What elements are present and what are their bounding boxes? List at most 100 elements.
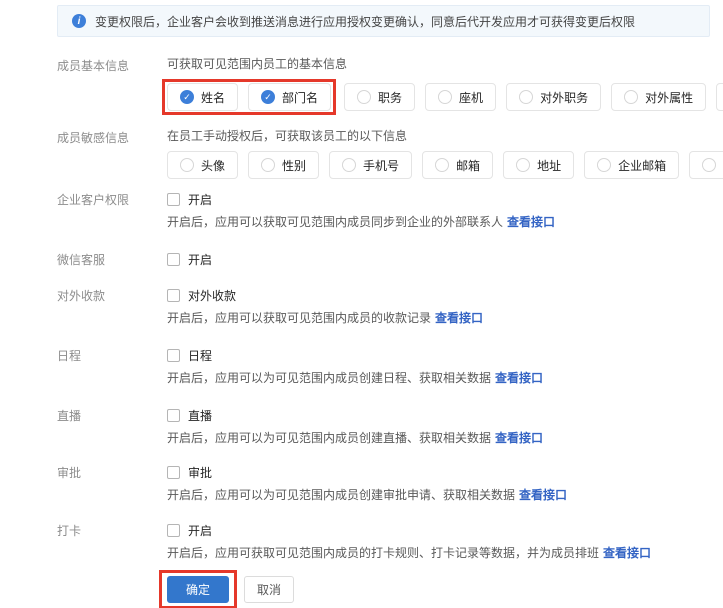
- option-extended-attribute[interactable]: 拓展属性: [716, 83, 723, 111]
- section-label: 成员基本信息: [57, 55, 167, 115]
- section-description: 开启后，应用可以获取可见范围内成员的收款记录查看接口: [167, 309, 710, 327]
- option-label: 部门名: [282, 89, 318, 106]
- section-wechat-customer-service: 微信客服 开启: [57, 249, 710, 269]
- radio-unchecked-icon: [519, 90, 533, 104]
- section-member-basic-info: 成员基本信息 可获取可见范围内员工的基本信息 ✓ 姓名 ✓ 部门名 职务: [57, 55, 710, 115]
- checkbox-label: 开启: [188, 191, 212, 208]
- radio-unchecked-icon: [342, 158, 356, 172]
- view-api-link[interactable]: 查看接口: [495, 371, 543, 385]
- footer-actions: 确定 取消: [57, 570, 710, 608]
- sensitive-info-options: 头像 性别 手机号 邮箱 地址: [167, 151, 710, 179]
- view-api-link[interactable]: 查看接口: [495, 431, 543, 445]
- radio-unchecked-icon: [438, 90, 452, 104]
- view-api-link[interactable]: 查看接口: [603, 546, 651, 560]
- check-in-enable-checkbox[interactable]: 开启: [167, 520, 212, 540]
- info-icon: i: [72, 14, 86, 28]
- option-label: 企业邮箱: [618, 157, 666, 174]
- section-label: 日程: [57, 345, 167, 387]
- checkbox-label: 直播: [188, 407, 212, 424]
- option-name[interactable]: ✓ 姓名: [167, 83, 238, 111]
- radio-unchecked-icon: [597, 158, 611, 172]
- option-label: 座机: [459, 89, 483, 106]
- live-stream-checkbox[interactable]: 直播: [167, 405, 212, 425]
- basic-info-options: ✓ 姓名 ✓ 部门名 职务 座机: [167, 79, 710, 115]
- checkbox-unchecked-icon: [167, 409, 180, 422]
- app-permission-settings-page: i 变更权限后，企业客户会收到推送消息进行应用授权变更确认，同意后代开发应用才可…: [0, 0, 723, 608]
- section-description: 开启后，应用可获取可见范围内成员的打卡规则、打卡记录等数据，并为成员排班查看接口: [167, 544, 710, 562]
- option-label: 地址: [537, 157, 561, 174]
- section-label: 对外收款: [57, 285, 167, 327]
- option-label: 对外属性: [645, 89, 693, 106]
- checkbox-label: 开启: [188, 522, 212, 539]
- cancel-button[interactable]: 取消: [244, 576, 294, 603]
- section-enterprise-customer-permission: 企业客户权限 开启 开启后，应用可以获取可见范围内成员同步到企业的外部联系人查看…: [57, 189, 710, 231]
- checkbox-label: 对外收款: [188, 287, 236, 304]
- radio-unchecked-icon: [357, 90, 371, 104]
- section-description: 开启后，应用可以为可见范围内成员创建审批申请、获取相关数据查看接口: [167, 486, 710, 504]
- section-check-in: 打卡 开启 开启后，应用可获取可见范围内成员的打卡规则、打卡记录等数据，并为成员…: [57, 520, 710, 562]
- section-approval: 审批 审批 开启后，应用可以为可见范围内成员创建审批申请、获取相关数据查看接口: [57, 462, 710, 504]
- checkbox-label: 日程: [188, 347, 212, 364]
- option-avatar[interactable]: 头像: [167, 151, 238, 179]
- view-api-link[interactable]: 查看接口: [507, 215, 555, 229]
- view-api-link[interactable]: 查看接口: [519, 488, 567, 502]
- schedule-checkbox[interactable]: 日程: [167, 345, 212, 365]
- confirm-button[interactable]: 确定: [167, 576, 229, 603]
- section-label: 直播: [57, 405, 167, 447]
- section-description: 开启后，应用可以为可见范围内成员创建日程、获取相关数据查看接口: [167, 369, 710, 387]
- info-banner: i 变更权限后，企业客户会收到推送消息进行应用授权变更确认，同意后代开发应用才可…: [57, 5, 710, 37]
- radio-checked-icon: ✓: [261, 90, 275, 104]
- view-api-link[interactable]: 查看接口: [435, 311, 483, 325]
- option-label: 对外职务: [540, 89, 588, 106]
- section-label: 成员敏感信息: [57, 127, 167, 179]
- checkbox-unchecked-icon: [167, 466, 180, 479]
- external-payment-checkbox[interactable]: 对外收款: [167, 285, 236, 305]
- option-enterprise-email[interactable]: 企业邮箱: [584, 151, 679, 179]
- radio-checked-icon: ✓: [180, 90, 194, 104]
- section-description: 可获取可见范围内员工的基本信息: [167, 55, 710, 73]
- section-label: 审批: [57, 462, 167, 504]
- radio-unchecked-icon: [624, 90, 638, 104]
- section-external-payment: 对外收款 对外收款 开启后，应用可以获取可见范围内成员的收款记录查看接口: [57, 285, 710, 327]
- section-description: 开启后，应用可以获取可见范围内成员同步到企业的外部联系人查看接口: [167, 213, 710, 231]
- section-label: 企业客户权限: [57, 189, 167, 231]
- section-schedule: 日程 日程 开启后，应用可以为可见范围内成员创建日程、获取相关数据查看接口: [57, 345, 710, 387]
- radio-unchecked-icon: [702, 158, 716, 172]
- annotation-box-basic-info: ✓ 姓名 ✓ 部门名: [162, 79, 336, 115]
- option-email[interactable]: 邮箱: [422, 151, 493, 179]
- radio-unchecked-icon: [516, 158, 530, 172]
- enterprise-customer-enable-checkbox[interactable]: 开启: [167, 189, 212, 209]
- section-description: 开启后，应用可以为可见范围内成员创建直播、获取相关数据查看接口: [167, 429, 710, 447]
- checkbox-unchecked-icon: [167, 289, 180, 302]
- info-banner-text: 变更权限后，企业客户会收到推送消息进行应用授权变更确认，同意后代开发应用才可获得…: [95, 13, 635, 30]
- option-label: 头像: [201, 157, 225, 174]
- option-position[interactable]: 职务: [344, 83, 415, 111]
- option-external-position[interactable]: 对外职务: [506, 83, 601, 111]
- section-description: 在员工手动授权后，可获取该员工的以下信息: [167, 127, 710, 145]
- option-label: 邮箱: [456, 157, 480, 174]
- approval-checkbox[interactable]: 审批: [167, 462, 212, 482]
- option-mobile[interactable]: 手机号: [329, 151, 412, 179]
- section-label: 微信客服: [57, 249, 167, 269]
- option-label: 手机号: [363, 157, 399, 174]
- option-label: 姓名: [201, 89, 225, 106]
- checkbox-unchecked-icon: [167, 349, 180, 362]
- option-department-name[interactable]: ✓ 部门名: [248, 83, 331, 111]
- option-landline[interactable]: 座机: [425, 83, 496, 111]
- checkbox-unchecked-icon: [167, 193, 180, 206]
- radio-unchecked-icon: [180, 158, 194, 172]
- section-live-stream: 直播 直播 开启后，应用可以为可见范围内成员创建直播、获取相关数据查看接口: [57, 405, 710, 447]
- option-external-attribute[interactable]: 对外属性: [611, 83, 706, 111]
- wechat-service-enable-checkbox[interactable]: 开启: [167, 249, 212, 269]
- checkbox-label: 审批: [188, 464, 212, 481]
- checkbox-unchecked-icon: [167, 524, 180, 537]
- option-gender[interactable]: 性别: [248, 151, 319, 179]
- radio-unchecked-icon: [261, 158, 275, 172]
- option-wecom-qrcode[interactable]: 员工企业微信二维码: [689, 151, 723, 179]
- annotation-box-confirm: 确定: [159, 570, 237, 608]
- option-label: 职务: [378, 89, 402, 106]
- section-label: 打卡: [57, 520, 167, 562]
- checkbox-unchecked-icon: [167, 253, 180, 266]
- checkbox-label: 开启: [188, 251, 212, 268]
- option-address[interactable]: 地址: [503, 151, 574, 179]
